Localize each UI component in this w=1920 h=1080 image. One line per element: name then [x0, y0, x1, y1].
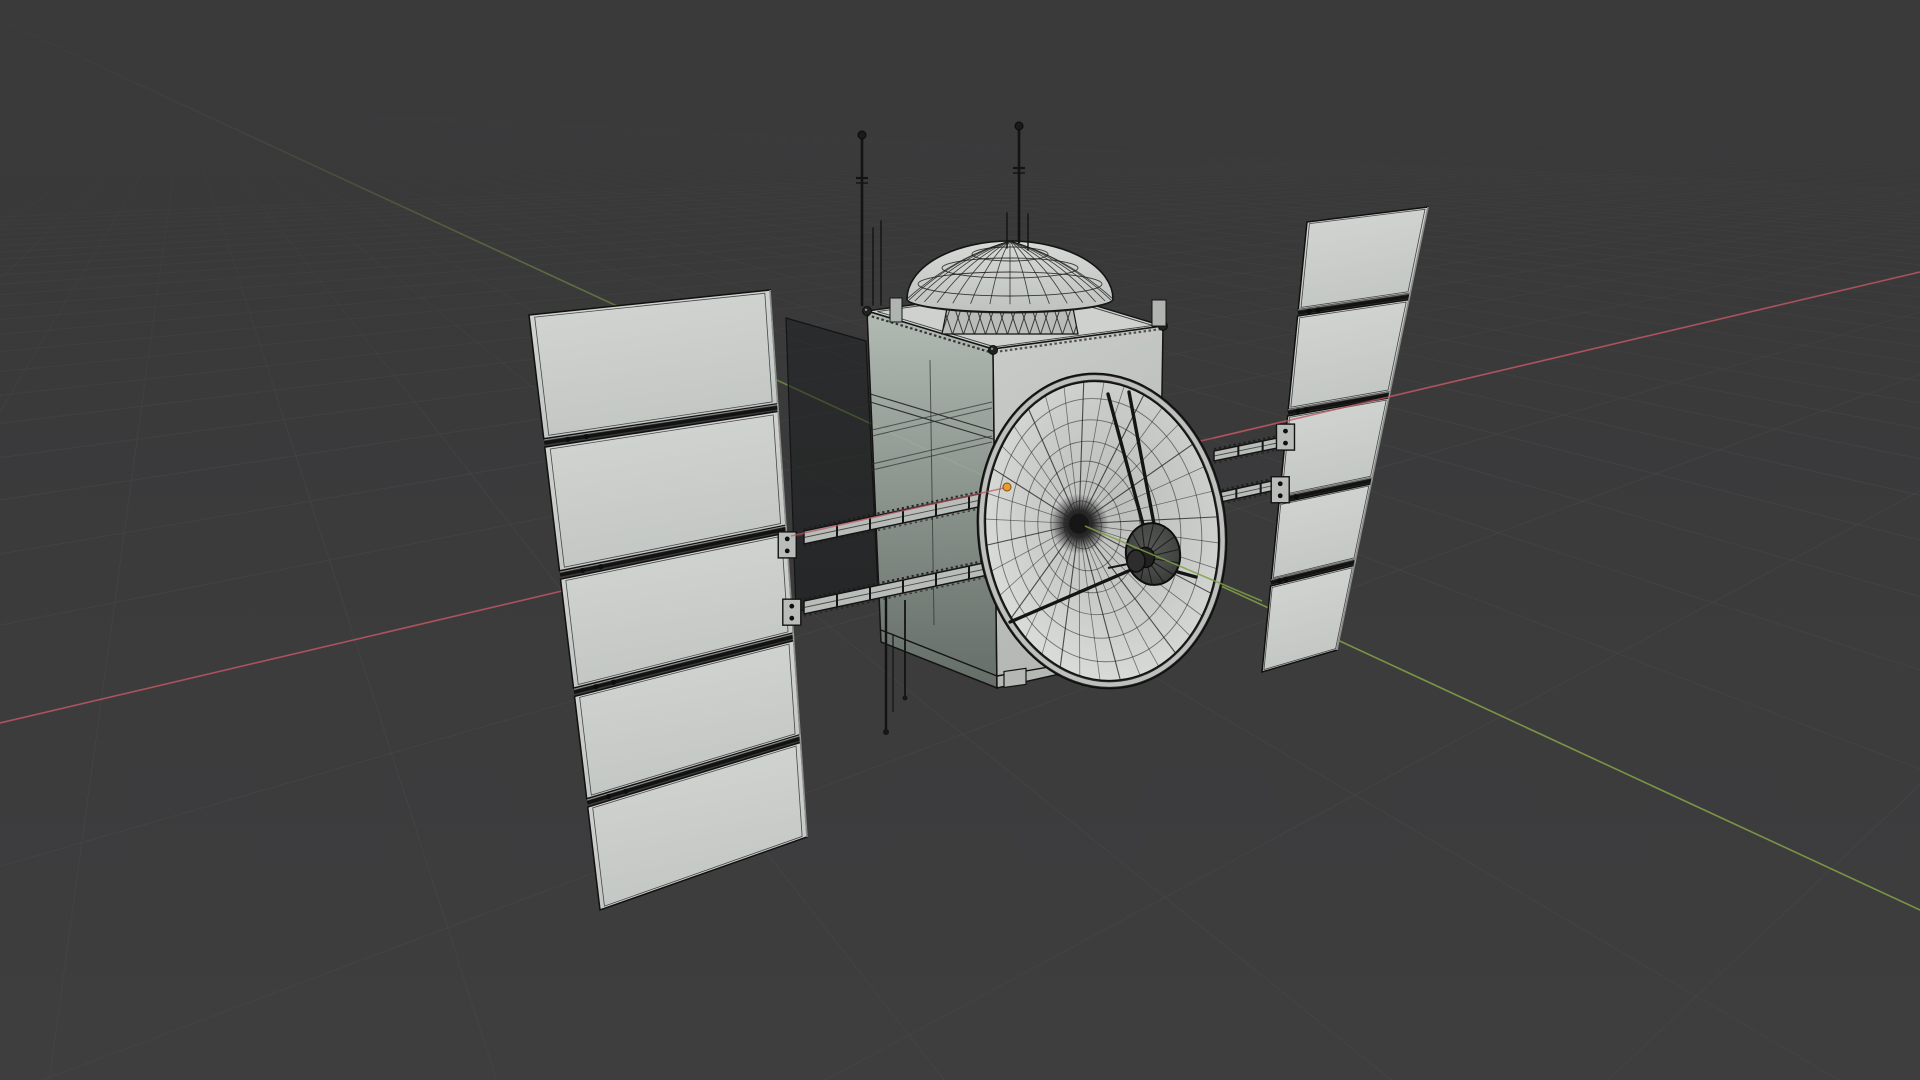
wing-hinge-bracket — [1275, 423, 1296, 451]
wing-hinge-bracket — [782, 598, 802, 626]
wing-hinge-bracket — [1270, 476, 1290, 504]
viewport-3d[interactable] — [0, 0, 1920, 1080]
viewport-canvas[interactable] — [0, 0, 1920, 1080]
object-origin-marker — [1002, 482, 1012, 492]
body-glass-face — [785, 317, 879, 613]
